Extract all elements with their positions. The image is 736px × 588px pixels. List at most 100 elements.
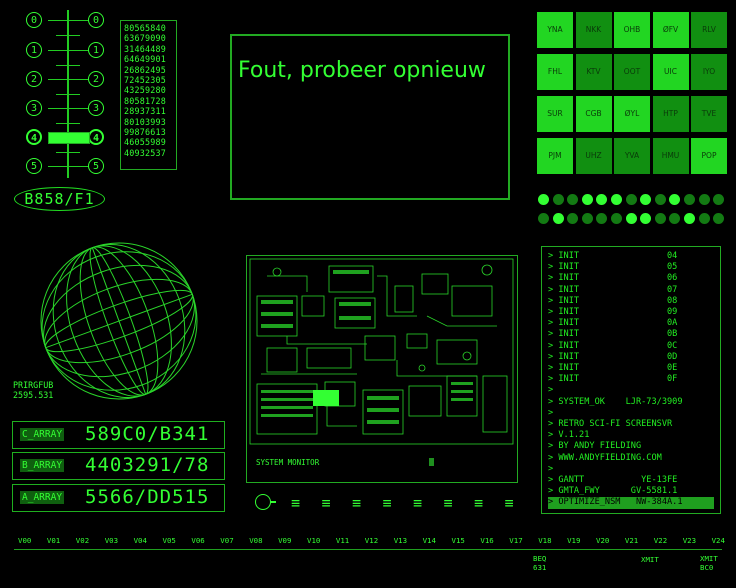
keypad-key[interactable]: FHL: [537, 54, 573, 90]
v-channel-label: V24: [711, 536, 725, 545]
keypad-key[interactable]: IYO: [691, 54, 727, 90]
status-led: [640, 213, 652, 224]
terminal-output: > INIT 04 > INIT 05 > INIT 06 > INIT 07 > IN…: [548, 251, 714, 509]
level-marker-right-1[interactable]: 1: [88, 42, 104, 58]
keypad[interactable]: YNA NKK OHB ØFV RLV FHL KTV OOT UIC IYO SUR CGB ØYL H…: [537, 12, 727, 176]
v-channel-label: V01: [46, 536, 61, 545]
level-bars-icon[interactable]: ≡: [352, 494, 361, 512]
led-panel: [538, 194, 728, 230]
number-entry: 31464489: [124, 43, 166, 54]
number-entry: 80581728: [124, 95, 166, 106]
terminal-line: > INIT 0A: [548, 318, 678, 329]
keypad-key[interactable]: POP: [691, 138, 727, 174]
slider-tick: [48, 166, 88, 167]
level-marker-left-2[interactable]: 2: [26, 71, 42, 87]
level-bars-icon[interactable]: ≡: [474, 494, 483, 512]
slider-handle[interactable]: [48, 132, 90, 144]
level-bars-icon[interactable]: ≡: [444, 494, 453, 512]
status-led: [552, 194, 564, 205]
keypad-key[interactable]: OOT: [614, 54, 650, 90]
xmit-bc-line2: BC0: [700, 562, 714, 572]
control-knob[interactable]: [255, 494, 271, 510]
array-label: B_ARRAY: [20, 459, 65, 472]
keypad-key[interactable]: CGB: [575, 96, 612, 132]
terminal-line: > WWW.ANDYFIELDING.COM: [548, 452, 662, 463]
keypad-key[interactable]: ØFV: [652, 12, 689, 48]
status-led: [567, 213, 579, 224]
status-led: [713, 213, 725, 224]
v-channel-label: V22: [653, 536, 668, 545]
v-channel-label: V02: [75, 536, 90, 545]
keypad-key[interactable]: PJM: [537, 138, 573, 174]
level-marker-left-5[interactable]: 5: [26, 158, 42, 174]
keypad-key[interactable]: UHZ: [575, 138, 612, 174]
v-channel-label: V07: [220, 536, 234, 545]
baseline: [14, 549, 722, 550]
beq-label: BEQ 631: [533, 554, 546, 572]
number-column: 80565840 63679090 31464489 64649901 26862495…: [120, 20, 177, 170]
terminal-line: > INIT 0D: [548, 351, 678, 362]
status-led: [596, 213, 608, 224]
knob-pointer: [270, 501, 276, 503]
keypad-key[interactable]: KTV: [575, 54, 612, 90]
level-marker-right-4[interactable]: 4: [88, 129, 104, 145]
level-marker-right-3[interactable]: 3: [88, 100, 104, 116]
terminal-line: >: [548, 385, 554, 396]
array-readout: A_ARRAY 5566/DD515: [12, 484, 225, 512]
number-entry: 64649901: [124, 54, 166, 65]
array-label: C_ARRAY: [20, 428, 65, 441]
level-marker-left-1[interactable]: 1: [26, 42, 42, 58]
terminal-line: >: [548, 407, 554, 418]
status-led: [669, 194, 681, 205]
keypad-key[interactable]: NKK: [575, 12, 612, 48]
keypad-key[interactable]: HMU: [652, 138, 689, 174]
globe-label-line2: 2595.531: [13, 389, 54, 400]
v-channel-label: V14: [422, 536, 436, 545]
keypad-key[interactable]: YNA: [537, 12, 573, 48]
status-led: [654, 194, 666, 205]
keypad-key[interactable]: YVA: [614, 138, 650, 174]
level-marker-right-5[interactable]: 5: [88, 158, 104, 174]
level-marker-left-4[interactable]: 4: [26, 129, 42, 145]
level-slider[interactable]: 0 0 1 1 2 2 3 3 4 4 5 5: [26, 10, 111, 178]
keypad-key[interactable]: SUR: [537, 96, 573, 132]
array-value: 4403291/78: [85, 454, 210, 476]
status-led: [611, 194, 622, 205]
terminal-line: > INIT 0B: [548, 329, 678, 340]
keypad-key[interactable]: HTP: [652, 96, 689, 132]
keypad-key[interactable]: TVE: [691, 96, 727, 132]
status-led: [654, 213, 666, 224]
terminal-line: > GMTA_FWY GV-5581.1: [548, 486, 678, 497]
v-channel-label: V20: [596, 536, 610, 545]
xmit-bc-label: XMIT BC0: [700, 554, 718, 572]
level-marker-right-0[interactable]: 0: [88, 12, 104, 28]
terminal-line: > OPTIMIZE_NSM NW-384A.1: [548, 497, 714, 509]
wireframe-globe: [40, 242, 198, 400]
level-bars-icon[interactable]: ≡: [505, 494, 514, 512]
status-led: [552, 213, 564, 224]
v-channel-label: V18: [538, 536, 552, 545]
level-marker-left-3[interactable]: 3: [26, 100, 42, 116]
level-bars-icon[interactable]: ≡: [322, 494, 331, 512]
level-marker-left-0[interactable]: 0: [26, 12, 42, 28]
level-bars-icon[interactable]: ≡: [413, 494, 422, 512]
keypad-key[interactable]: UIC: [652, 54, 689, 90]
keypad-key[interactable]: ØYL: [614, 96, 650, 132]
level-marker-right-2[interactable]: 2: [88, 71, 104, 87]
level-bars-icon[interactable]: ≡: [383, 494, 392, 512]
terminal-line: > INIT 05: [548, 262, 678, 273]
array-value: 5566/DD515: [85, 486, 210, 508]
array-readout: C_ARRAY 589C0/B341: [12, 421, 225, 449]
terminal-line: > INIT 07: [548, 284, 678, 295]
number-entry: 28937311: [124, 106, 166, 117]
status-led: [538, 194, 549, 205]
xmit-label: XMIT: [641, 555, 659, 564]
number-entry: 99876613: [124, 127, 166, 138]
v-channel-label: V15: [451, 536, 465, 545]
keypad-key[interactable]: RLV: [691, 12, 727, 48]
keypad-key[interactable]: OHB: [614, 12, 650, 48]
message-box: Fout, probeer opnieuw: [230, 34, 510, 200]
level-bars-icon[interactable]: ≡: [291, 494, 300, 512]
v-channel-label: V03: [104, 536, 119, 545]
slider-minor-tick: [56, 35, 80, 36]
